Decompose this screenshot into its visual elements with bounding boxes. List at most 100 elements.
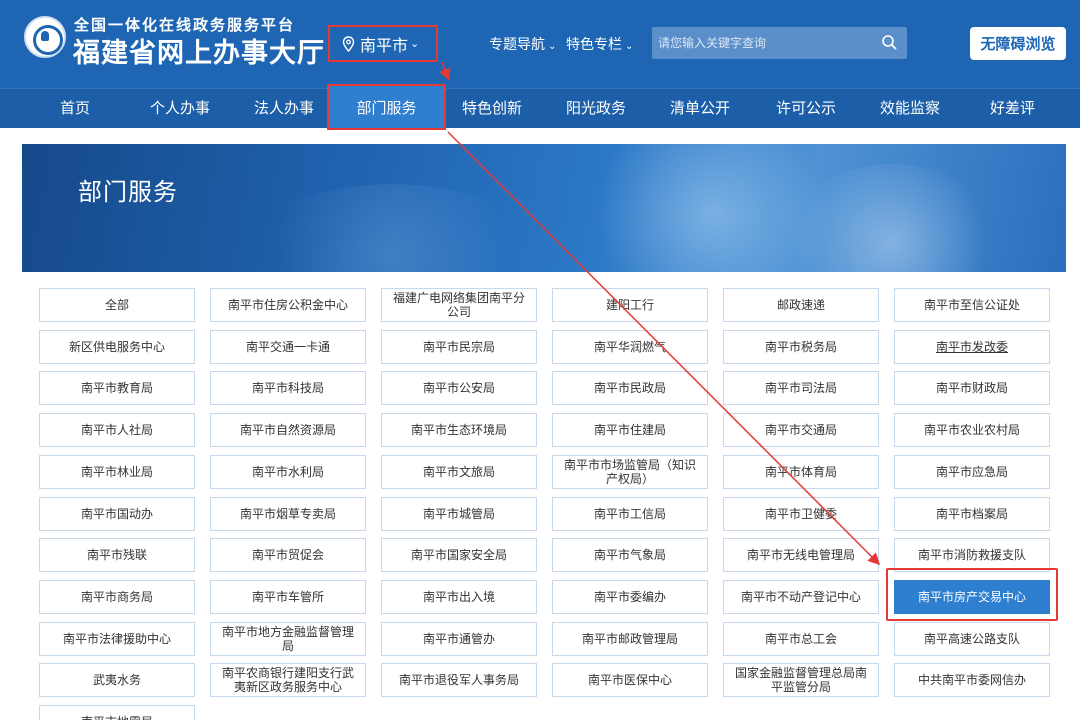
department-tile[interactable]: 南平交通一卡通	[210, 330, 366, 364]
department-tile[interactable]: 南平市司法局	[723, 371, 879, 405]
main-nav: 首页 个人办事 法人办事 特色创新 阳光政务 清单公开 许可公示 效能监察 好差…	[0, 88, 1080, 128]
department-tile-label: 南平市市场监管局（知识产权局）	[563, 458, 696, 486]
department-tile[interactable]: 新区供电服务中心	[39, 330, 195, 364]
department-tile[interactable]: 南平市退役军人事务局	[381, 663, 537, 697]
department-tile[interactable]: 南平市邮政管理局	[552, 622, 708, 656]
department-tile[interactable]: 南平市出入境	[381, 580, 537, 614]
department-tile-label: 南平市至信公证处	[923, 298, 1020, 312]
department-tile[interactable]: 建阳工行	[552, 288, 708, 322]
topnav-features[interactable]: 特色专栏 ⌄	[566, 34, 633, 54]
department-tile-label: 南平市林业局	[80, 465, 153, 479]
department-tile[interactable]: 南平市体育局	[723, 455, 879, 489]
department-tile[interactable]: 南平市不动产登记中心	[723, 580, 879, 614]
search-input[interactable]	[652, 27, 872, 59]
department-tile-label: 南平市体育局	[764, 465, 837, 479]
department-tile[interactable]: 南平市气象局	[552, 538, 708, 572]
department-tile[interactable]: 南平市残联	[39, 538, 195, 572]
nav-corporate[interactable]: 法人办事	[254, 89, 314, 129]
department-tile[interactable]: 武夷水务	[39, 663, 195, 697]
department-tile[interactable]: 南平市总工会	[723, 622, 879, 656]
department-tile-label: 南平市民宗局	[422, 340, 495, 354]
search-icon[interactable]	[881, 34, 897, 50]
department-tile[interactable]: 南平市商务局	[39, 580, 195, 614]
department-tile[interactable]: 南平市民政局	[552, 371, 708, 405]
department-tile[interactable]: 南平市至信公证处	[894, 288, 1050, 322]
department-tile[interactable]: 中共南平市委网信办	[894, 663, 1050, 697]
department-tile-label: 南平市生态环境局	[410, 423, 507, 437]
department-tile-label: 南平市通管办	[422, 632, 495, 646]
department-tile[interactable]: 南平市住房公积金中心	[210, 288, 366, 322]
nav-department-service[interactable]: 部门服务	[327, 84, 446, 130]
department-tile[interactable]: 南平市自然资源局	[210, 413, 366, 447]
search-box	[652, 27, 907, 59]
department-tile[interactable]: 南平市车管所	[210, 580, 366, 614]
department-tile[interactable]: 南平市税务局	[723, 330, 879, 364]
nav-list-disclosure[interactable]: 清单公开	[670, 89, 730, 129]
department-tile-label: 南平市气象局	[593, 548, 666, 562]
department-tile-label: 南平市交通局	[764, 423, 837, 437]
department-tile[interactable]: 南平市国家安全局	[381, 538, 537, 572]
department-tile[interactable]: 南平市交通局	[723, 413, 879, 447]
department-tile[interactable]: 南平市地方金融监督管理局	[210, 622, 366, 656]
department-tile[interactable]: 南平市农业农村局	[894, 413, 1050, 447]
department-tile[interactable]: 福建广电网络集团南平分公司	[381, 288, 537, 322]
department-tile[interactable]: 南平市水利局	[210, 455, 366, 489]
department-tile[interactable]: 南平市民宗局	[381, 330, 537, 364]
department-tile[interactable]: 南平市财政局	[894, 371, 1050, 405]
nav-evaluation[interactable]: 好差评	[990, 89, 1035, 129]
nav-personal[interactable]: 个人办事	[150, 89, 210, 129]
department-tile[interactable]: 南平市烟草专卖局	[210, 497, 366, 531]
department-tile-label: 南平市委编办	[593, 590, 666, 604]
department-tile[interactable]: 邮政速递	[723, 288, 879, 322]
department-tile-label: 南平高速公路支队	[923, 632, 1020, 646]
department-tile[interactable]: 南平市教育局	[39, 371, 195, 405]
department-tile[interactable]: 南平市人社局	[39, 413, 195, 447]
department-tile[interactable]: 南平农商银行建阳支行武夷新区政务服务中心	[210, 663, 366, 697]
department-tile[interactable]: 南平市工信局	[552, 497, 708, 531]
department-tile[interactable]: 南平市科技局	[210, 371, 366, 405]
department-tile[interactable]: 南平市消防救援支队	[894, 538, 1050, 572]
department-tile[interactable]: 南平市发改委	[894, 330, 1050, 364]
department-tile[interactable]: 南平市林业局	[39, 455, 195, 489]
selection-highlight-box	[886, 568, 1058, 621]
department-tile[interactable]: 南平市贸促会	[210, 538, 366, 572]
nav-open-affairs[interactable]: 阳光政务	[566, 89, 626, 129]
department-tile-label: 国家金融监督管理总局南平监管分局	[734, 666, 867, 694]
department-tile[interactable]: 南平市文旅局	[381, 455, 537, 489]
department-tile[interactable]: 南平市应急局	[894, 455, 1050, 489]
nav-efficiency[interactable]: 效能监察	[880, 89, 940, 129]
department-tile[interactable]: 南平华润燃气	[552, 330, 708, 364]
department-tile[interactable]: 南平市公安局	[381, 371, 537, 405]
chevron-down-icon: ⌄	[410, 37, 420, 50]
department-tile-label: 南平市国家安全局	[410, 548, 507, 562]
department-tile[interactable]: 南平市无线电管理局	[723, 538, 879, 572]
department-tile[interactable]: 南平市生态环境局	[381, 413, 537, 447]
department-tile[interactable]: 南平市通管办	[381, 622, 537, 656]
accessibility-button[interactable]: 无障碍浏览	[970, 27, 1066, 60]
chevron-down-icon: ⌄	[548, 41, 557, 52]
department-tile[interactable]: 南平市医保中心	[552, 663, 708, 697]
site-logo-icon[interactable]	[24, 16, 66, 58]
topnav-topics[interactable]: 专题导航 ⌄	[489, 34, 556, 54]
department-tile[interactable]: 南平市国动办	[39, 497, 195, 531]
nav-innovation[interactable]: 特色创新	[462, 89, 522, 129]
department-tile[interactable]: 南平市法律援助中心	[39, 622, 195, 656]
nav-permit-notice[interactable]: 许可公示	[776, 89, 836, 129]
department-tile[interactable]: 南平市市场监管局（知识产权局）	[552, 455, 708, 489]
logo-title[interactable]: 福建省网上办事大厅	[73, 31, 325, 70]
department-tile-label: 南平市法律援助中心	[62, 632, 171, 646]
department-tile[interactable]: 南平市档案局	[894, 497, 1050, 531]
department-tile[interactable]: 国家金融监督管理总局南平监管分局	[723, 663, 879, 697]
city-selector[interactable]: 南平市 ⌄	[328, 25, 438, 62]
topnav-topics-label: 专题导航	[489, 37, 545, 53]
department-tile[interactable]: 南平高速公路支队	[894, 622, 1050, 656]
nav-home[interactable]: 首页	[60, 89, 90, 129]
department-tile[interactable]: 南平市卫健委	[723, 497, 879, 531]
department-tile[interactable]: 南平市住建局	[552, 413, 708, 447]
department-tile[interactable]: 全部	[39, 288, 195, 322]
department-tile-label: 南平市烟草专卖局	[239, 507, 336, 521]
department-tile[interactable]: 南平市委编办	[552, 580, 708, 614]
department-tile[interactable]: 南平市城管局	[381, 497, 537, 531]
department-tile[interactable]: 南平市地震局	[39, 705, 195, 720]
topnav-features-label: 特色专栏	[566, 37, 622, 53]
